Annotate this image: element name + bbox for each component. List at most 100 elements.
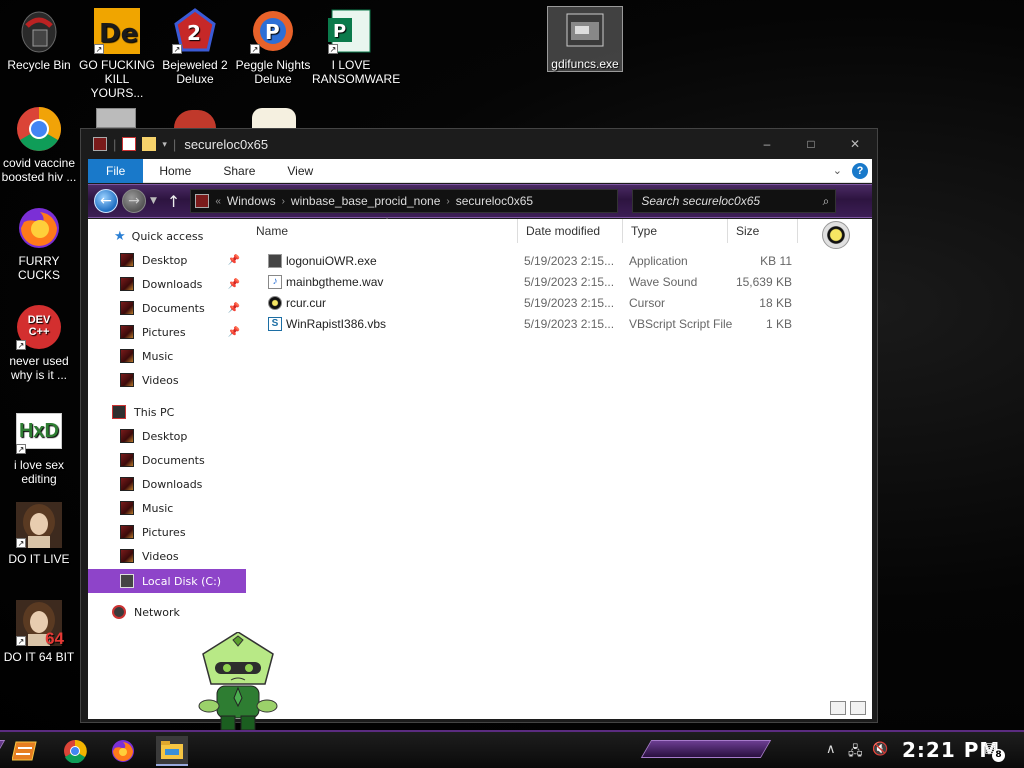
audio-file-icon: ♪ bbox=[268, 275, 282, 289]
hidden-desktop-icon[interactable] bbox=[96, 108, 136, 128]
back-button[interactable]: ← bbox=[94, 189, 118, 213]
file-row[interactable]: rcur.cur 5/19/2023 2:15... Cursor 18 KB bbox=[248, 293, 808, 314]
new-folder-icon[interactable] bbox=[142, 137, 157, 151]
maximize-button[interactable]: □ bbox=[789, 129, 833, 159]
search-placeholder: Search secureloc0x65 bbox=[641, 194, 761, 208]
tab-share[interactable]: Share bbox=[207, 159, 271, 183]
breadcrumb-secureloc[interactable]: secureloc0x65 bbox=[450, 194, 539, 208]
forward-button[interactable]: → bbox=[122, 189, 146, 213]
nav-pc-music[interactable]: Music bbox=[88, 497, 246, 519]
breadcrumb-winbase[interactable]: winbase_base_procid_none bbox=[285, 194, 446, 208]
file-row[interactable]: ♪ mainbgtheme.wav 5/19/2023 2:15... Wave… bbox=[248, 272, 808, 293]
address-path[interactable]: « Windows › winbase_base_procid_none › s… bbox=[190, 189, 619, 213]
desktop-icon-peggle[interactable]: P ↗ Peggle Nights Deluxe bbox=[234, 8, 312, 86]
shortcut-arrow-icon: ↗ bbox=[16, 636, 26, 646]
shortcut-arrow-icon: ↗ bbox=[16, 444, 26, 454]
nav-pc-videos[interactable]: Videos bbox=[88, 545, 246, 567]
desktop-icon-go-kill[interactable]: De ↗ GO FUCKING KILL YOURS... bbox=[78, 8, 156, 100]
column-header-size[interactable]: Size bbox=[728, 219, 798, 243]
desktop-icon-recycle-bin[interactable]: Recycle Bin bbox=[0, 8, 78, 72]
recent-locations-icon[interactable]: ▼ bbox=[150, 196, 157, 206]
nav-pc-pictures[interactable]: Pictures bbox=[88, 521, 246, 543]
desktop-icon-devcpp[interactable]: DEV C++ ↗ never used why is it ... bbox=[0, 304, 78, 382]
hidden-desktop-icon[interactable] bbox=[252, 108, 296, 128]
notification-center-button[interactable]: ▤ 8 bbox=[982, 740, 1006, 762]
taskbar-decoration bbox=[0, 740, 6, 758]
nav-local-disk[interactable]: Local Disk (C:) bbox=[88, 569, 246, 593]
nav-quick-videos[interactable]: Videos bbox=[88, 369, 246, 391]
de-logo-icon: De ↗ bbox=[94, 8, 140, 54]
desktop-icon-hxd[interactable]: HxD ↗ i love sex editing bbox=[0, 408, 78, 486]
nav-quick-pictures[interactable]: Pictures 📌 bbox=[88, 321, 246, 343]
large-icons-view-icon[interactable] bbox=[850, 701, 866, 715]
nav-pc-desktop[interactable]: Desktop bbox=[88, 425, 246, 447]
desktop-icon-covid[interactable]: covid vaccine boosted hiv ... bbox=[0, 106, 78, 184]
desktop-icon-gdifuncs[interactable]: gdifuncs.exe bbox=[547, 6, 623, 72]
tab-view[interactable]: View bbox=[271, 159, 329, 183]
shortcut-arrow-icon: ↗ bbox=[328, 44, 338, 54]
title-bar[interactable]: | ▾ | secureloc0x65 – □ ✕ bbox=[81, 129, 877, 159]
desktop-icon-do-it-live[interactable]: ↗ DO IT LIVE bbox=[0, 502, 78, 566]
folder-avatar-icon bbox=[822, 221, 850, 249]
search-icon[interactable]: ⌕ bbox=[823, 194, 830, 209]
nav-quick-desktop[interactable]: Desktop 📌 bbox=[88, 249, 246, 271]
tab-file[interactable]: File bbox=[88, 158, 144, 183]
start-button[interactable] bbox=[10, 736, 40, 766]
bejeweled-icon: 2 ↗ bbox=[172, 8, 218, 54]
file-type: Wave Sound bbox=[629, 275, 698, 289]
nav-quick-downloads[interactable]: Downloads 📌 bbox=[88, 273, 246, 295]
desktop-icon-label: never used why is it ... bbox=[9, 354, 69, 382]
customize-toolbar-icon[interactable]: ▾ bbox=[162, 139, 167, 150]
search-input[interactable]: Search secureloc0x65 ⌕ bbox=[632, 189, 837, 213]
hxd-logo-text: HxD bbox=[18, 420, 59, 442]
desktop-folder-icon bbox=[120, 429, 134, 443]
breadcrumb-windows[interactable]: Windows bbox=[221, 194, 282, 208]
desktop-icon-label: DO IT 64 BIT bbox=[3, 650, 75, 664]
hidden-desktop-icon[interactable] bbox=[174, 110, 216, 128]
network-tray-icon[interactable]: 🖧 bbox=[848, 742, 863, 764]
taskbar-firefox[interactable] bbox=[108, 736, 138, 766]
help-icon[interactable]: ? bbox=[852, 162, 868, 179]
file-row[interactable]: logonuiOWR.exe 5/19/2023 2:15... Applica… bbox=[248, 251, 808, 272]
taskbar-file-explorer[interactable] bbox=[156, 736, 188, 766]
properties-icon[interactable] bbox=[122, 137, 137, 151]
nav-quick-access[interactable]: ★ Quick access bbox=[88, 225, 246, 247]
desktop-icon-label: FURRY CUCKS bbox=[17, 254, 60, 282]
chrome-icon bbox=[16, 106, 62, 152]
svg-text:2: 2 bbox=[187, 21, 201, 45]
nav-this-pc[interactable]: This PC bbox=[88, 401, 246, 423]
column-header-date[interactable]: Date modified bbox=[518, 219, 623, 243]
minimize-button[interactable]: – bbox=[745, 129, 789, 159]
nav-label: Downloads bbox=[142, 477, 203, 491]
taskbar-chrome[interactable] bbox=[60, 736, 90, 766]
file-size: 1 KB bbox=[765, 317, 792, 331]
desktop-icon-bejeweled[interactable]: 2 ↗ Bejeweled 2 Deluxe bbox=[156, 8, 234, 86]
exe-window-icon bbox=[562, 7, 608, 53]
tab-home[interactable]: Home bbox=[143, 159, 207, 183]
close-button[interactable]: ✕ bbox=[833, 129, 877, 159]
recycle-bin-icon bbox=[16, 8, 62, 54]
videos-folder-icon bbox=[120, 549, 134, 563]
up-button[interactable]: ↑ bbox=[167, 192, 180, 211]
window-app-icon[interactable] bbox=[93, 137, 107, 151]
nav-quick-documents[interactable]: Documents 📌 bbox=[88, 297, 246, 319]
desktop-icon-do-it-64[interactable]: 64 ↗ DO IT 64 BIT bbox=[0, 600, 78, 664]
expand-ribbon-icon[interactable]: ⌄ bbox=[833, 164, 842, 177]
nav-pc-downloads[interactable]: Downloads bbox=[88, 473, 246, 495]
devcpp-logo-text: DEV C++ bbox=[27, 314, 51, 338]
file-row[interactable]: S WinRapistI386.vbs 5/19/2023 2:15... VB… bbox=[248, 314, 808, 335]
desktop-icon-label: Bejeweled 2 Deluxe bbox=[162, 58, 228, 86]
nav-quick-music[interactable]: Music bbox=[88, 345, 246, 367]
nav-network[interactable]: Network bbox=[88, 601, 246, 623]
tray-chevron-icon[interactable]: ∧ bbox=[826, 742, 836, 757]
desktop-icon-label: covid vaccine boosted hiv ... bbox=[1, 156, 77, 184]
desktop-icon-ransomware[interactable]: P ↗ I LOVE RANSOMWARE bbox=[312, 8, 400, 86]
file-name: mainbgtheme.wav bbox=[286, 275, 384, 289]
nav-pc-documents[interactable]: Documents bbox=[88, 449, 246, 471]
shortcut-arrow-icon: ↗ bbox=[16, 340, 26, 350]
column-header-name[interactable]: Name bbox=[248, 219, 518, 243]
column-header-type[interactable]: Type bbox=[623, 219, 728, 243]
desktop-icon-furry[interactable]: FURRY CUCKS bbox=[0, 204, 78, 282]
volume-muted-icon[interactable]: 🔇 bbox=[872, 742, 888, 757]
details-view-icon[interactable] bbox=[830, 701, 846, 715]
